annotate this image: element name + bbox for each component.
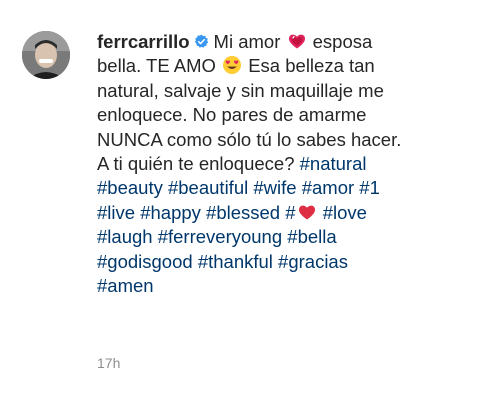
caption-line: NUNCA como sólo tú lo sabes hacer. [97,128,402,150]
hashtag-link[interactable]: #ferreveryoung [158,226,282,247]
caption-line: #godisgood #thankful #gracias [97,250,457,274]
hashtag-link[interactable]: #love [323,202,367,223]
hashtag-link[interactable]: #1 [359,177,380,198]
caption-line: #beauty #beautiful #wife #amor #1 [97,176,457,200]
caption-line: natural, salvaje y sin maquillaje me [97,79,384,101]
caption-line: #live #happy #blessed # #love [97,201,457,225]
hashtag-link[interactable]: #live [97,202,135,223]
avatar[interactable] [22,31,70,79]
caption-text: A ti quién te enloquece? [97,153,295,175]
red-heart-icon [297,202,317,222]
hashtag-link[interactable]: #natural [300,153,367,174]
caption-line: A ti quién te enloquece? #natural [97,152,457,176]
hashtag-link[interactable]: #blessed [206,202,280,223]
hashtag-link[interactable]: #amen [97,275,154,296]
caption: ferrcarrillo Mi amor esposa bella. TE AMO… [97,30,457,298]
caption-line: enloquece. No pares de amarme [97,104,367,126]
hashtag-link[interactable]: #gracias [278,251,348,272]
hashtag-link[interactable]: #thankful [198,251,273,272]
caption-text: Mi amor [213,31,281,52]
heart-eyes-emoji-icon [222,55,242,75]
hashtag-link[interactable]: #amor [302,177,354,198]
verified-badge-icon [194,31,209,48]
sparkling-heart-icon [287,31,307,51]
hashtag-link[interactable]: #bella [287,226,336,247]
caption-text: esposa [312,31,373,52]
hashtag-link[interactable]: # [285,202,317,223]
caption-text: bella. TE AMO [97,55,216,77]
hashtag-link[interactable]: #godisgood [97,251,193,272]
caption-line: bella. TE AMO Esa belleza tan [97,54,457,78]
caption-line: ferrcarrillo Mi amor esposa [97,30,457,54]
username-link[interactable]: ferrcarrillo [97,31,190,52]
comment: ferrcarrillo Mi amor esposa bella. TE AMO… [0,0,496,404]
caption-text: Esa belleza tan [248,55,375,77]
caption-line: #laugh #ferreveryoung #bella [97,225,457,249]
hashtag-symbol: # [285,201,296,223]
hashtag-link[interactable]: #laugh [97,226,153,247]
hashtag-link[interactable]: #beautiful [168,177,248,198]
timestamp[interactable]: 17h [97,355,120,371]
caption-line: #amen [97,274,457,298]
hashtag-link[interactable]: #beauty [97,177,163,198]
hashtag-link[interactable]: #happy [140,202,201,223]
hashtag-link[interactable]: #wife [253,177,296,198]
